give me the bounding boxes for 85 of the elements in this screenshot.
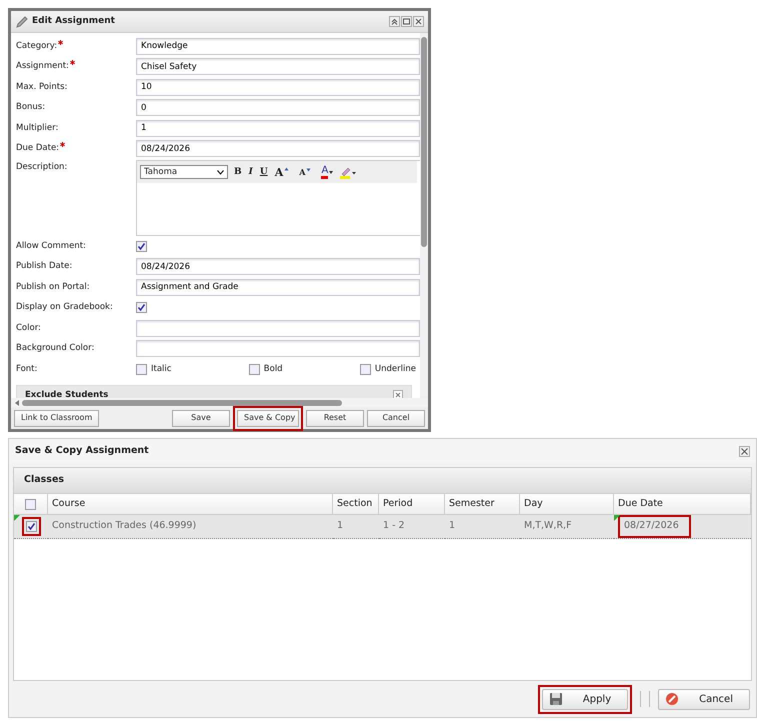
button[interactable]: Reset — [306, 410, 364, 426]
font-shrink-button[interactable]: A — [298, 167, 312, 177]
input-field[interactable]: 08/24/2026 — [136, 140, 420, 158]
corner-marker-icon — [14, 515, 20, 521]
required-icon — [58, 40, 64, 45]
column-header[interactable]: Course — [48, 494, 333, 515]
table-cell-text: M,T,W,R,F — [524, 519, 572, 534]
required-icon — [70, 60, 75, 66]
font-color-button[interactable]: A — [320, 164, 336, 180]
rich-text-editor[interactable]: Tahoma B I U A A A — [136, 160, 420, 236]
field-label: Multiplier: — [16, 122, 60, 135]
vertical-scrollbar[interactable] — [420, 33, 428, 398]
caret-icon — [217, 170, 224, 174]
input-field[interactable] — [136, 320, 420, 337]
table-cell-text: 1 — [337, 519, 344, 534]
input-field[interactable]: 1 — [136, 120, 420, 137]
checkbox[interactable] — [25, 498, 36, 510]
column-header[interactable]: Section — [333, 494, 379, 515]
field-label: Display on Gradebook: — [16, 301, 114, 314]
button[interactable]: Cancel — [367, 410, 425, 426]
input-field[interactable]: 10 — [136, 78, 420, 96]
font-grow-button[interactable]: A — [274, 166, 290, 178]
underline-button[interactable]: U — [258, 166, 269, 178]
input-field[interactable] — [136, 340, 420, 358]
checkbox[interactable] — [136, 240, 147, 252]
field-label: Bonus: — [16, 101, 46, 114]
input-field[interactable]: Chisel Safety — [136, 58, 420, 76]
horizontal-scrollbar[interactable] — [11, 398, 428, 407]
scroll-left-icon[interactable] — [15, 400, 19, 406]
field-label: Publish on Portal: — [16, 280, 91, 294]
field-label: Publish Date: — [16, 260, 74, 274]
input-field[interactable]: Assignment and Grade — [136, 278, 420, 296]
font-select[interactable]: Tahoma — [140, 165, 228, 179]
input-field[interactable]: 08/24/2026 — [136, 258, 420, 276]
panel-title: Classes — [24, 473, 64, 488]
corner-marker-icon — [614, 515, 620, 521]
button[interactable]: Save & Copy — [237, 410, 299, 426]
checkbox[interactable] — [248, 364, 260, 375]
field-label: Assignment: — [16, 60, 136, 74]
checkbox[interactable] — [136, 302, 147, 314]
option-label: Italic — [151, 362, 172, 376]
section-title: Exclude Students — [25, 388, 108, 398]
pencil-icon — [15, 14, 29, 28]
checkbox[interactable] — [136, 364, 147, 375]
field-label: Background Color: — [16, 342, 96, 356]
close-icon[interactable] — [739, 446, 750, 456]
field-label: Category: — [16, 40, 136, 53]
table-cell-text: 1 - 2 — [383, 519, 405, 534]
table-cell-text: 1 — [449, 519, 456, 534]
field-label: Due Date: — [16, 142, 136, 156]
button[interactable]: Apply — [542, 688, 628, 710]
up-arrow-icon — [284, 166, 290, 170]
input-field[interactable]: Knowledge — [136, 38, 420, 55]
field-label: Color: — [16, 322, 42, 335]
required-icon — [60, 142, 66, 148]
input-field[interactable]: 0 — [136, 99, 420, 116]
bold-button[interactable]: B — [233, 166, 243, 178]
button[interactable]: Save — [172, 410, 230, 426]
button[interactable]: Cancel — [658, 688, 750, 710]
collapse-icon[interactable] — [389, 16, 400, 27]
field-label: Description: — [16, 161, 68, 174]
field-label: Max. Points: — [16, 80, 68, 94]
column-header[interactable]: Day — [520, 494, 614, 515]
highlight-button[interactable] — [340, 166, 358, 178]
dialog-title: Save & Copy Assignment — [15, 444, 149, 458]
button[interactable]: Link to Classroom — [14, 410, 100, 426]
field-label: Font: — [16, 362, 38, 376]
close-icon[interactable] — [413, 16, 424, 27]
close-icon[interactable] — [393, 390, 403, 398]
table-cell-text: Construction Trades (46.9999) — [52, 519, 196, 534]
maximize-icon[interactable] — [401, 16, 412, 27]
table-cell-text: 08/27/2026 — [624, 519, 679, 534]
column-header[interactable]: Semester — [445, 494, 520, 515]
down-arrow-icon — [306, 168, 312, 172]
option-label: Bold — [264, 362, 283, 376]
italic-button[interactable]: I — [248, 166, 254, 178]
column-header[interactable]: Due Date — [614, 494, 751, 515]
column-header[interactable]: Period — [379, 494, 445, 515]
option-label: Underline — [374, 362, 416, 376]
caret-icon — [329, 170, 334, 174]
window-title: Edit Assignment — [32, 14, 116, 28]
field-label: Allow Comment: — [16, 240, 87, 253]
checkbox[interactable] — [26, 521, 36, 532]
cancel-icon — [665, 692, 680, 706]
checkbox[interactable] — [360, 364, 371, 375]
